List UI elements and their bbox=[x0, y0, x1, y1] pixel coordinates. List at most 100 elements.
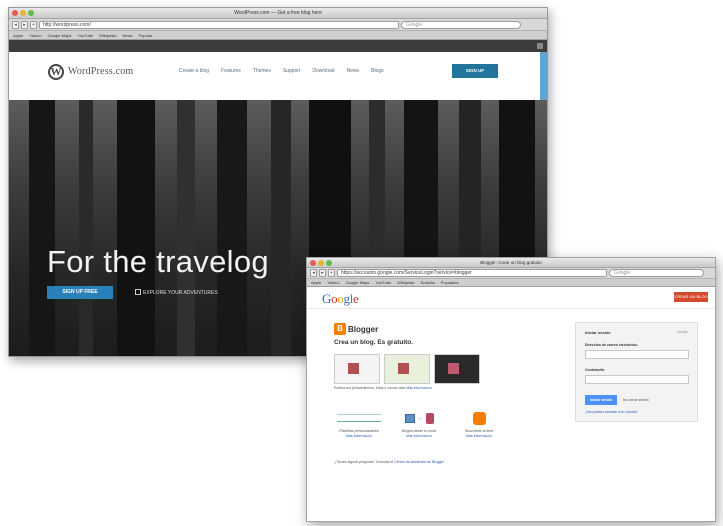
template-thumbnails bbox=[334, 354, 480, 384]
nav-link[interactable]: Download bbox=[312, 68, 334, 74]
bookmark-item[interactable]: Wikipedia bbox=[99, 33, 116, 38]
template-thumbnail[interactable] bbox=[434, 354, 480, 384]
nav-link[interactable]: Features bbox=[221, 68, 241, 74]
zoom-window-icon[interactable] bbox=[28, 10, 34, 16]
close-window-icon[interactable] bbox=[12, 10, 18, 16]
feature-label: Blogea desde tu móvil bbox=[401, 429, 437, 433]
feature-mobile: ↔ Blogea desde tu móvil Más información bbox=[394, 410, 444, 438]
caption-text: Publica tus pensamientos, fotos y mucho … bbox=[334, 386, 406, 390]
close-window-icon[interactable] bbox=[310, 260, 316, 266]
blogger-browser-window: Blogger: Crear un blog gratuito ◂ ▸ + ht… bbox=[306, 257, 716, 522]
forward-arrow-icon[interactable]: ▸ bbox=[21, 20, 28, 29]
address-bar[interactable]: https://accounts.google.com/ServiceLogin… bbox=[337, 269, 607, 277]
nav-link[interactable]: Support bbox=[283, 68, 301, 74]
signin-button[interactable]: Iniciar sesión bbox=[585, 395, 617, 405]
bookmark-item[interactable]: Popular bbox=[139, 33, 153, 38]
hero-signup-button[interactable]: SIGN UP FREE bbox=[47, 286, 113, 299]
tree-trunk bbox=[271, 100, 291, 356]
explore-link[interactable]: EXPLORE YOUR ADVENTURES bbox=[143, 290, 218, 296]
bookmark-item[interactable]: YouTube bbox=[77, 33, 93, 38]
scroll-edge bbox=[540, 52, 547, 100]
add-bookmark-icon[interactable]: + bbox=[328, 269, 335, 277]
photo-icon bbox=[448, 363, 459, 374]
window-controls bbox=[12, 10, 34, 16]
feed-icon bbox=[472, 411, 486, 425]
create-blog-button[interactable]: CREAR UN BLOG bbox=[674, 292, 708, 302]
feature-list: Plantillas personalizables Más informació… bbox=[334, 410, 504, 438]
zoom-window-icon[interactable] bbox=[326, 260, 332, 266]
wordpress-header: W WordPress.com Create a blog Features T… bbox=[9, 52, 547, 100]
address-bar[interactable]: http://wordpress.com/ bbox=[39, 20, 399, 29]
tree-trunk bbox=[217, 100, 247, 356]
bookmark-item[interactable]: News bbox=[122, 33, 132, 38]
minimize-window-icon[interactable] bbox=[318, 260, 324, 266]
password-field[interactable] bbox=[585, 375, 689, 384]
search-field[interactable]: Google bbox=[609, 269, 704, 277]
tree-trunk bbox=[29, 100, 55, 356]
window-titlebar: WordPress.com — Get a free blog here bbox=[9, 8, 547, 19]
forward-arrow-icon[interactable]: ▸ bbox=[319, 269, 326, 277]
computer-icon bbox=[404, 413, 415, 423]
feature-label: Suscríbete al feed bbox=[464, 429, 494, 433]
template-wave-icon bbox=[337, 414, 381, 422]
explore-icon[interactable] bbox=[135, 289, 141, 295]
bookmark-item[interactable]: Apple bbox=[13, 33, 23, 38]
feature-link[interactable]: Más información bbox=[406, 434, 432, 438]
minimize-window-icon[interactable] bbox=[20, 10, 26, 16]
bookmark-item[interactable]: Noticias bbox=[420, 280, 434, 285]
add-bookmark-icon[interactable]: + bbox=[30, 20, 37, 29]
arrow-icon: ↔ bbox=[417, 415, 423, 421]
signin-panel: Iniciar sesión Google Dirección de corre… bbox=[575, 322, 698, 422]
window-title: WordPress.com — Get a free blog here bbox=[234, 10, 322, 16]
feature-feed: Suscríbete al feed Más información bbox=[454, 410, 504, 438]
tree-trunk bbox=[177, 100, 195, 356]
nav-link[interactable]: Create a blog bbox=[179, 68, 209, 74]
signin-google-label: Google bbox=[676, 330, 688, 334]
bookmark-item[interactable]: Apple bbox=[311, 280, 321, 285]
help-question: ¿Tienes alguna pregunta? Consulta el bbox=[334, 460, 394, 464]
template-thumbnail[interactable] bbox=[334, 354, 380, 384]
photo-icon bbox=[398, 363, 409, 374]
bookmark-item[interactable]: Google Maps bbox=[48, 33, 72, 38]
blogger-b-icon: B bbox=[334, 323, 346, 335]
thumbnail-caption: Publica tus pensamientos, fotos y mucho … bbox=[334, 386, 494, 391]
feature-link[interactable]: Más información bbox=[466, 434, 492, 438]
password-label: Contraseña bbox=[585, 368, 605, 372]
google-header: Google CREAR UN BLOG bbox=[307, 287, 715, 309]
feature-link[interactable]: Más información bbox=[346, 434, 372, 438]
bookmark-item[interactable]: Yahoo! bbox=[29, 33, 41, 38]
bookmark-item[interactable]: YouTube bbox=[375, 280, 391, 285]
back-arrow-icon[interactable]: ◂ bbox=[310, 269, 317, 277]
hero-title: For the travelog bbox=[47, 244, 269, 279]
nav-link[interactable]: Themes bbox=[253, 68, 271, 74]
bookmark-item[interactable]: Yahoo! bbox=[327, 280, 339, 285]
bookmark-item[interactable]: Populares bbox=[441, 280, 459, 285]
google-logo[interactable]: Google bbox=[322, 291, 359, 307]
blogger-wordmark: Blogger bbox=[348, 324, 379, 334]
nav-link[interactable]: Blogs bbox=[371, 68, 384, 74]
search-field[interactable]: Google bbox=[401, 20, 521, 29]
site-logo-text[interactable]: WordPress.com bbox=[68, 66, 133, 77]
bookmarks-bar: Apple Yahoo! Google Maps YouTube Wikiped… bbox=[9, 31, 547, 40]
signup-button[interactable]: SIGN UP bbox=[452, 64, 498, 78]
email-field[interactable] bbox=[585, 350, 689, 359]
help-link[interactable]: Centro de asistencia de Blogger bbox=[394, 460, 444, 464]
browser-toolbar: ◂ ▸ + https://accounts.google.com/Servic… bbox=[307, 268, 715, 279]
feature-templates: Plantillas personalizables Más informació… bbox=[334, 410, 384, 438]
template-thumbnail[interactable] bbox=[384, 354, 430, 384]
caption-link[interactable]: Más información bbox=[406, 386, 432, 390]
forgot-account-link[interactable]: ¿No puedes acceder a tu cuenta? bbox=[585, 410, 638, 414]
nav-link[interactable]: News bbox=[347, 68, 360, 74]
menu-icon[interactable] bbox=[537, 43, 543, 49]
stay-signed-in-checkbox[interactable]: No cerrar sesión bbox=[623, 398, 649, 402]
main-nav: Create a blog Features Themes Support Do… bbox=[179, 68, 384, 74]
back-arrow-icon[interactable]: ◂ bbox=[12, 20, 19, 29]
blogger-logo: B Blogger bbox=[334, 323, 378, 335]
feature-label: Plantillas personalizables bbox=[339, 429, 379, 433]
bookmark-item[interactable]: Wikipedia bbox=[397, 280, 414, 285]
browser-toolbar: ◂ ▸ + http://wordpress.com/ Google bbox=[9, 19, 547, 31]
window-controls bbox=[310, 260, 332, 266]
bookmark-item[interactable]: Google Maps bbox=[346, 280, 370, 285]
email-label: Dirección de correo electrónico bbox=[585, 343, 638, 347]
wordpress-logo-icon[interactable]: W bbox=[48, 64, 64, 80]
